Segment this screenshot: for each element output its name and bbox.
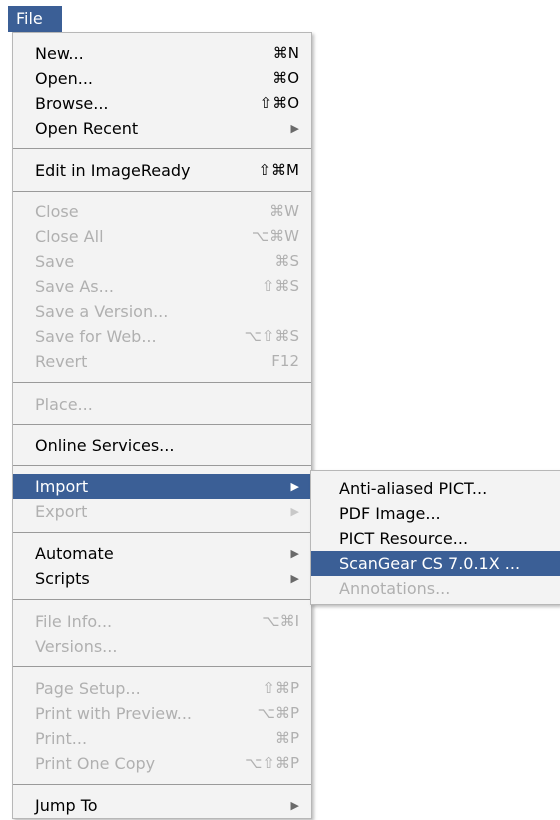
menu-item-label: Open... [35, 69, 93, 88]
menu-item-label: Export [35, 502, 88, 521]
menu-item-label: Print One Copy [35, 754, 156, 773]
menu-item-label: Close [35, 202, 79, 221]
menu-item-new[interactable]: New... ⌘N [13, 41, 311, 66]
menu-item-jump-to[interactable]: Jump To ▶ [13, 793, 311, 818]
menu-item-close-all: Close All ⌥⌘W [13, 224, 311, 249]
menu-item-save-for-web: Save for Web... ⌥⇧⌘S [13, 324, 311, 349]
menu-item-online-services[interactable]: Online Services... [13, 433, 311, 458]
menu-item-open[interactable]: Open... ⌘O [13, 66, 311, 91]
menu-item-place: Place... [13, 392, 311, 417]
menu-item-label: Place... [35, 395, 93, 414]
menu-item-shortcut: ⇧⌘P [262, 679, 299, 697]
menu-item-label: Save a Version... [35, 302, 169, 321]
menu-separator [13, 666, 311, 667]
menu-item-shortcut: F12 [271, 352, 299, 370]
menu-item-label: Anti-aliased PICT... [339, 479, 488, 498]
menu-item-import[interactable]: Import ▶ [13, 474, 311, 499]
menu-item-label: ScanGear CS 7.0.1X ... [339, 554, 521, 573]
menu-item-label: Open Recent [35, 119, 139, 138]
menu-item-revert: Revert F12 [13, 349, 311, 374]
menu-item-label: Page Setup... [35, 679, 141, 698]
menu-item-label: Online Services... [35, 436, 175, 455]
menu-item-file-info: File Info... ⌥⌘I [13, 609, 311, 634]
menu-item-label: PDF Image... [339, 504, 441, 523]
menu-item-label: Annotations... [339, 579, 451, 598]
menu-item-label: PICT Resource... [339, 529, 469, 548]
submenu-item-pict-resource[interactable]: PICT Resource... [311, 526, 560, 551]
menu-item-shortcut: ⇧⌘S [261, 277, 299, 295]
menu-item-shortcut: ⌥⌘I [262, 612, 299, 630]
menu-item-shortcut: ⌥⌘W [251, 227, 299, 245]
menu-item-save-a-version: Save a Version... [13, 299, 311, 324]
file-menu-title[interactable]: File [8, 6, 62, 32]
menu-item-save-as: Save As... ⇧⌘S [13, 274, 311, 299]
menu-item-save: Save ⌘S [13, 249, 311, 274]
file-menu: New... ⌘N Open... ⌘O Browse... ⇧⌘O Open … [12, 32, 312, 819]
submenu-arrow-icon: ▶ [290, 122, 299, 135]
menu-item-label: New... [35, 44, 84, 63]
menu-item-page-setup: Page Setup... ⇧⌘P [13, 676, 311, 701]
menu-separator [13, 784, 311, 785]
menu-separator [13, 148, 311, 149]
menu-item-scripts[interactable]: Scripts ▶ [13, 566, 311, 591]
menu-item-shortcut: ⌥⌘P [257, 704, 299, 722]
submenu-arrow-icon: ▶ [290, 799, 299, 812]
submenu-arrow-icon: ▶ [290, 572, 299, 585]
menu-item-print-with-preview: Print with Preview... ⌥⌘P [13, 701, 311, 726]
submenu-item-anti-aliased-pict[interactable]: Anti-aliased PICT... [311, 476, 560, 501]
menu-item-shortcut: ⌥⇧⌘S [244, 327, 299, 345]
menu-item-edit-in-imageready[interactable]: Edit in ImageReady ⇧⌘M [13, 158, 311, 183]
submenu-item-scangear[interactable]: ScanGear CS 7.0.1X ... [311, 551, 560, 576]
menu-item-label: Versions... [35, 637, 118, 656]
menu-item-label: Revert [35, 352, 88, 371]
menu-item-label: File Info... [35, 612, 113, 631]
menu-item-automate[interactable]: Automate ▶ [13, 541, 311, 566]
menu-item-label: Automate [35, 544, 114, 563]
menu-item-shortcut: ⇧⌘M [258, 161, 299, 179]
menu-item-shortcut: ⇧⌘O [259, 94, 299, 112]
menu-item-label: Save [35, 252, 75, 271]
menu-item-label: Close All [35, 227, 104, 246]
menu-item-label: Print with Preview... [35, 704, 192, 723]
menu-item-export: Export ▶ [13, 499, 311, 524]
submenu-arrow-icon: ▶ [290, 547, 299, 560]
menu-item-label: Print... [35, 729, 88, 748]
menu-item-shortcut: ⌘W [269, 202, 299, 220]
menu-separator [13, 191, 311, 192]
menu-item-close: Close ⌘W [13, 199, 311, 224]
menu-item-label: Edit in ImageReady [35, 161, 191, 180]
menu-separator [13, 382, 311, 383]
submenu-arrow-icon: ▶ [290, 480, 299, 493]
menu-item-versions: Versions... [13, 634, 311, 659]
submenu-item-pdf-image[interactable]: PDF Image... [311, 501, 560, 526]
menu-item-shortcut: ⌘N [272, 44, 299, 62]
menu-item-print: Print... ⌘P [13, 726, 311, 751]
menu-item-shortcut: ⌘O [272, 69, 299, 87]
menu-item-label: Browse... [35, 94, 109, 113]
menu-separator [13, 424, 311, 425]
submenu-arrow-icon: ▶ [290, 505, 299, 518]
menu-item-label: Save As... [35, 277, 114, 296]
submenu-item-annotations: Annotations... [311, 576, 560, 601]
menu-item-browse[interactable]: Browse... ⇧⌘O [13, 91, 311, 116]
menu-item-label: Scripts [35, 569, 90, 588]
menu-item-shortcut: ⌘S [274, 252, 299, 270]
menu-item-print-one-copy: Print One Copy ⌥⇧⌘P [13, 751, 311, 776]
menu-separator [13, 599, 311, 600]
menu-item-label: Jump To [35, 796, 98, 815]
menu-item-shortcut: ⌥⇧⌘P [245, 754, 299, 772]
menu-item-open-recent[interactable]: Open Recent ▶ [13, 116, 311, 141]
menu-item-shortcut: ⌘P [274, 729, 299, 747]
menu-separator [13, 465, 311, 466]
menu-item-label: Save for Web... [35, 327, 157, 346]
menu-item-label: Import [35, 477, 89, 496]
menu-separator [13, 532, 311, 533]
import-submenu: Anti-aliased PICT... PDF Image... PICT R… [310, 470, 560, 605]
